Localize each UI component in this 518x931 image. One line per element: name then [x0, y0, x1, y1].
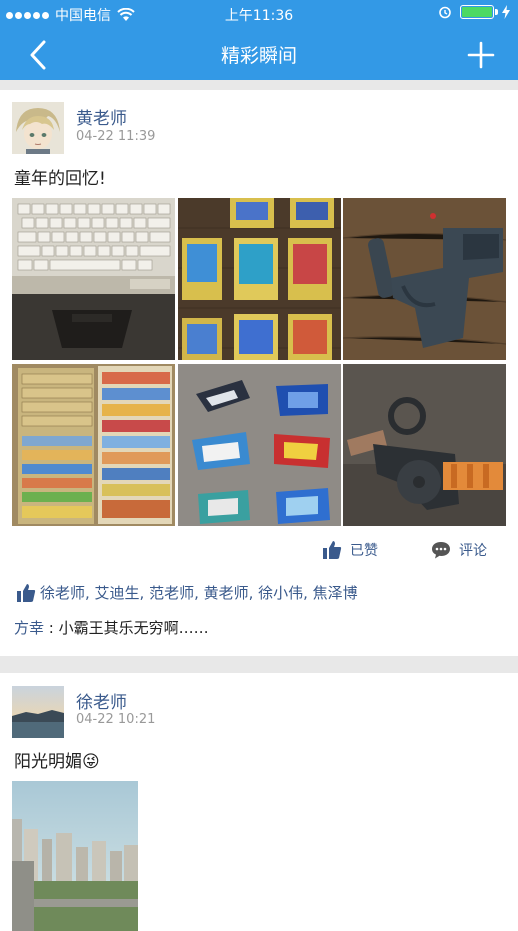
photo-cards[interactable]: [12, 364, 175, 526]
comment-text: 小霸王其乐无穷啊……: [58, 619, 209, 637]
post-actions: 已赞 评论: [0, 540, 518, 568]
page-title: 精彩瞬间: [220, 45, 297, 67]
comment-label: 评论: [459, 543, 487, 559]
status-right: [438, 5, 510, 19]
post-time: 04-22 11:39: [76, 129, 156, 144]
comment-separator: :: [44, 619, 59, 637]
comment-item: 方幸 : 小霸王其乐无穷啊……: [14, 617, 209, 638]
post-author[interactable]: 黄老师: [76, 104, 127, 129]
like-button[interactable]: 已赞: [322, 540, 378, 560]
status-bar: 中国电信 上午11:36: [0, 0, 518, 28]
photo-city-view[interactable]: [12, 781, 138, 931]
section-divider: [0, 80, 518, 90]
photo-cartridges[interactable]: [178, 198, 341, 360]
photo-toy-pistol[interactable]: [343, 198, 506, 360]
avatar[interactable]: [12, 686, 64, 738]
avatar[interactable]: [12, 102, 64, 154]
likes-list: 徐老师, 艾迪生, 范老师, 黄老师, 徐小伟, 焦泽博: [16, 582, 358, 603]
photo-revolver[interactable]: [343, 364, 506, 526]
wink-tongue-emoji-icon: 😜: [82, 752, 100, 772]
comment-button[interactable]: 评论: [431, 540, 487, 560]
post-time: 04-22 10:21: [76, 712, 156, 727]
post-text: 童年的回忆!: [14, 169, 106, 189]
battery-icon: [460, 5, 498, 19]
comment-author[interactable]: 方幸: [14, 619, 44, 637]
thumbs-up-icon: [323, 541, 342, 559]
photo-race-cars[interactable]: [178, 364, 341, 526]
photo-keyboard[interactable]: [12, 198, 175, 360]
section-divider: [0, 656, 518, 673]
speech-bubble-icon: [432, 542, 450, 559]
thumbs-up-icon: [17, 583, 36, 602]
post-text: 阳光明媚😜: [14, 747, 100, 772]
nav-bar: 精彩瞬间: [0, 28, 518, 80]
plus-icon: [467, 41, 495, 69]
photo-grid: [12, 198, 506, 526]
add-post-button[interactable]: [464, 38, 498, 72]
charging-icon: [502, 5, 510, 19]
post-text-body: 阳光明媚: [14, 752, 82, 772]
like-label: 已赞: [350, 543, 378, 559]
likes-names[interactable]: 徐老师, 艾迪生, 范老师, 黄老师, 徐小伟, 焦泽博: [40, 582, 358, 603]
post-author[interactable]: 徐老师: [76, 688, 127, 713]
alarm-icon: [439, 6, 451, 19]
